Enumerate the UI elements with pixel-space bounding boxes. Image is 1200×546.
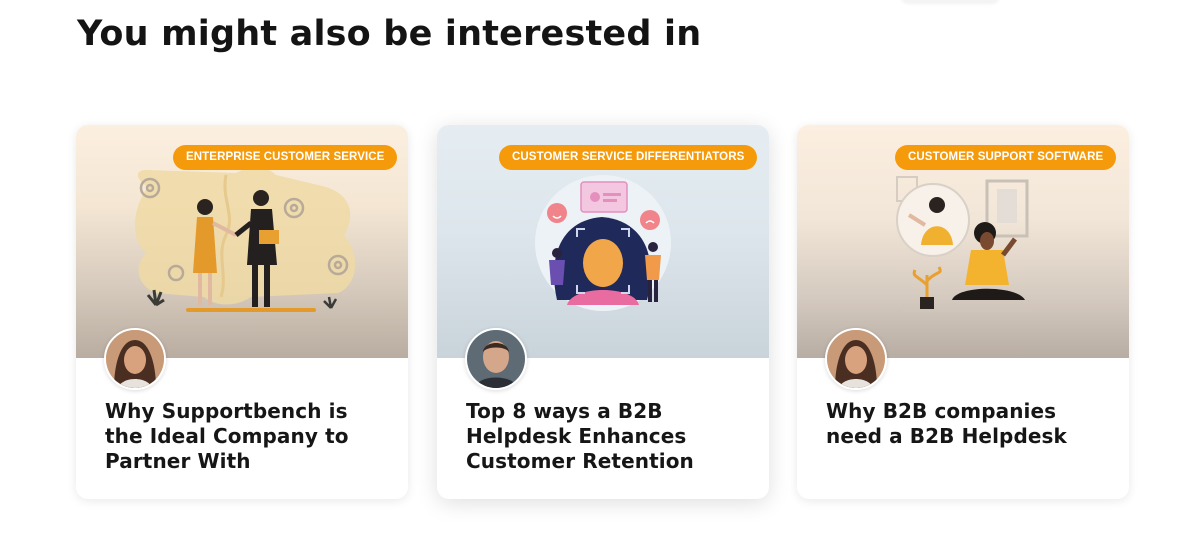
man-author-avatar: [465, 328, 527, 390]
category-tag[interactable]: CUSTOMER SUPPORT SOFTWARE: [895, 145, 1117, 170]
article-title[interactable]: Why Supportbench is the Ideal Company to…: [105, 399, 385, 474]
handshake-puzzle-illustration[interactable]: ENTERPRISE CUSTOMER SERVICE: [76, 125, 408, 358]
video-call-illustration[interactable]: CUSTOMER SUPPORT SOFTWARE: [797, 125, 1129, 358]
article-title[interactable]: Top 8 ways a B2B Helpdesk Enhances Custo…: [466, 399, 746, 474]
woman-author-avatar: [104, 328, 166, 390]
section-title: You might also be interested in: [77, 14, 702, 54]
article-card-3[interactable]: CUSTOMER SUPPORT SOFTWARE Why B2B compan…: [797, 125, 1129, 499]
woman-author-avatar: [825, 328, 887, 390]
face-scan-feedback-illustration[interactable]: CUSTOMER SERVICE DIFFERENTIATORS: [437, 125, 769, 358]
article-card-2[interactable]: CUSTOMER SERVICE DIFFERENTIATORS Top 8 w…: [437, 125, 769, 499]
category-tag[interactable]: CUSTOMER SERVICE DIFFERENTIATORS: [499, 145, 758, 170]
category-tag[interactable]: ENTERPRISE CUSTOMER SERVICE: [173, 145, 398, 170]
top-scroll-hint: [902, 0, 998, 2]
article-card-1[interactable]: ENTERPRISE CUSTOMER SERVICE Why Supportb…: [76, 125, 408, 499]
article-title[interactable]: Why B2B companies need a B2B Helpdesk: [826, 399, 1106, 449]
